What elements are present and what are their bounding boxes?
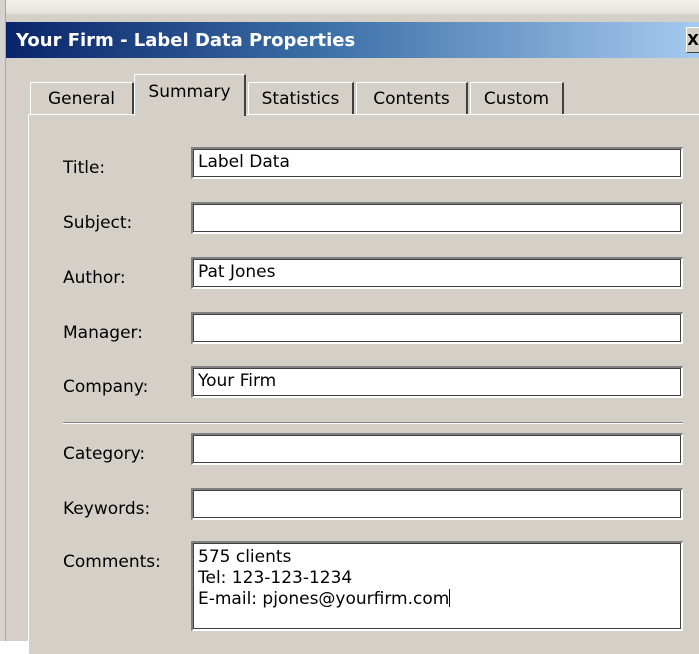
manager-field[interactable] (191, 312, 683, 344)
tab-contents[interactable]: Contents (356, 82, 468, 114)
title-bar[interactable]: Your Firm - Label Data Properties X (6, 22, 699, 58)
properties-dialog: Your Firm - Label Data Properties X Gene… (6, 14, 699, 654)
author-label: Author: (63, 268, 126, 288)
subject-label: Subject: (63, 213, 133, 233)
comments-text: 575 clients Tel: 123-123-1234 E-mail: pj… (198, 547, 450, 609)
title-field[interactable]: Label Data (191, 147, 683, 179)
close-button[interactable]: X (686, 27, 699, 53)
tab-statistics[interactable]: Statistics (248, 82, 354, 114)
manager-label: Manager: (63, 323, 143, 343)
window-title: Your Firm - Label Data Properties (16, 30, 356, 51)
tab-general[interactable]: General (30, 82, 134, 114)
company-label: Company: (63, 377, 149, 397)
background-window-strip (0, 0, 699, 15)
close-icon: X (687, 31, 699, 49)
keywords-label: Keywords: (63, 499, 151, 519)
company-field[interactable]: Your Firm (191, 366, 683, 398)
title-label: Title: (63, 158, 106, 178)
subject-field[interactable] (191, 202, 683, 234)
category-label: Category: (63, 444, 146, 464)
summary-panel: Title: Label Data Subject: Author: Pat J… (28, 114, 699, 654)
comments-label: Comments: (63, 552, 161, 572)
comments-field[interactable]: 575 clients Tel: 123-123-1234 E-mail: pj… (191, 541, 683, 631)
section-separator (63, 422, 683, 424)
text-cursor (449, 589, 451, 607)
keywords-field[interactable] (191, 488, 683, 520)
author-field[interactable]: Pat Jones (191, 257, 683, 289)
tab-custom[interactable]: Custom (470, 82, 564, 114)
tab-summary[interactable]: Summary (134, 74, 246, 116)
category-field[interactable] (191, 433, 683, 465)
